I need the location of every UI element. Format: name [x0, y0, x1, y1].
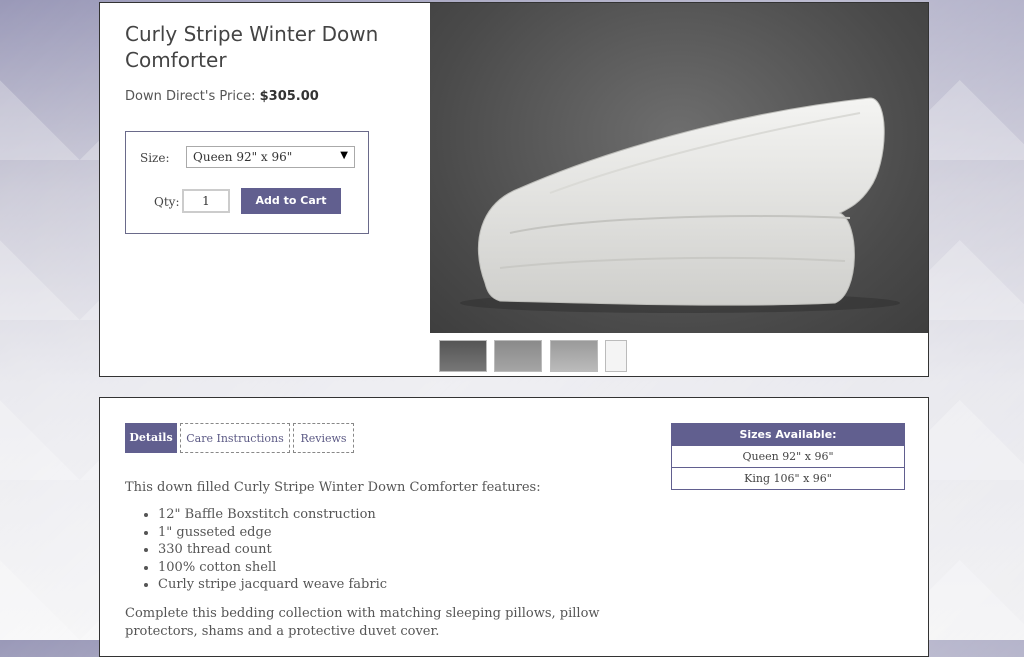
- thumbnail-4[interactable]: [605, 340, 627, 372]
- product-title: Curly Stripe Winter Down Comforter: [125, 22, 379, 72]
- tab-details[interactable]: Details: [125, 423, 177, 453]
- qty-input[interactable]: 1: [182, 189, 230, 213]
- thumbnail-1[interactable]: [439, 340, 487, 372]
- price-value: $305.00: [259, 89, 319, 104]
- thumbnail-3[interactable]: [550, 340, 598, 372]
- tab-reviews[interactable]: Reviews: [293, 423, 354, 453]
- comforter-image: [460, 97, 900, 313]
- product-price: Down Direct's Price: $305.00: [125, 89, 319, 104]
- list-item: 330 thread count: [158, 541, 387, 559]
- list-item: 12" Baffle Boxstitch construction: [158, 506, 387, 524]
- details-outro: Complete this bedding collection with ma…: [125, 606, 600, 639]
- dropdown-arrow-icon: ▼: [340, 150, 348, 161]
- add-to-cart-button[interactable]: Add to Cart: [241, 188, 341, 214]
- sizes-available-table: Sizes Available: Queen 92" x 96" King 10…: [671, 423, 905, 490]
- features-list: 12" Baffle Boxstitch construction 1" gus…: [138, 506, 387, 594]
- details-panel: Details Care Instructions Reviews This d…: [99, 397, 929, 657]
- table-row: Queen 92" x 96": [672, 445, 904, 467]
- size-select[interactable]: Queen 92" x 96" ▼: [186, 146, 355, 168]
- price-label: Down Direct's Price:: [125, 89, 256, 104]
- size-label: Size:: [140, 151, 170, 165]
- qty-label: Qty:: [154, 195, 180, 209]
- sizes-header: Sizes Available:: [672, 424, 904, 445]
- thumbnail-2[interactable]: [494, 340, 542, 372]
- list-item: 100% cotton shell: [158, 559, 387, 577]
- list-item: 1" gusseted edge: [158, 524, 387, 542]
- product-image: [430, 3, 928, 333]
- details-intro: This down filled Curly Stripe Winter Dow…: [125, 480, 541, 495]
- table-row: King 106" x 96": [672, 467, 904, 489]
- size-selected-value: Queen 92" x 96": [193, 150, 293, 164]
- tab-care-instructions[interactable]: Care Instructions: [180, 423, 290, 453]
- list-item: Curly stripe jacquard weave fabric: [158, 576, 387, 594]
- purchase-form: Size: Queen 92" x 96" ▼ Qty: 1 Add to Ca…: [125, 131, 369, 234]
- product-panel: Curly Stripe Winter Down Comforter Down …: [99, 2, 929, 377]
